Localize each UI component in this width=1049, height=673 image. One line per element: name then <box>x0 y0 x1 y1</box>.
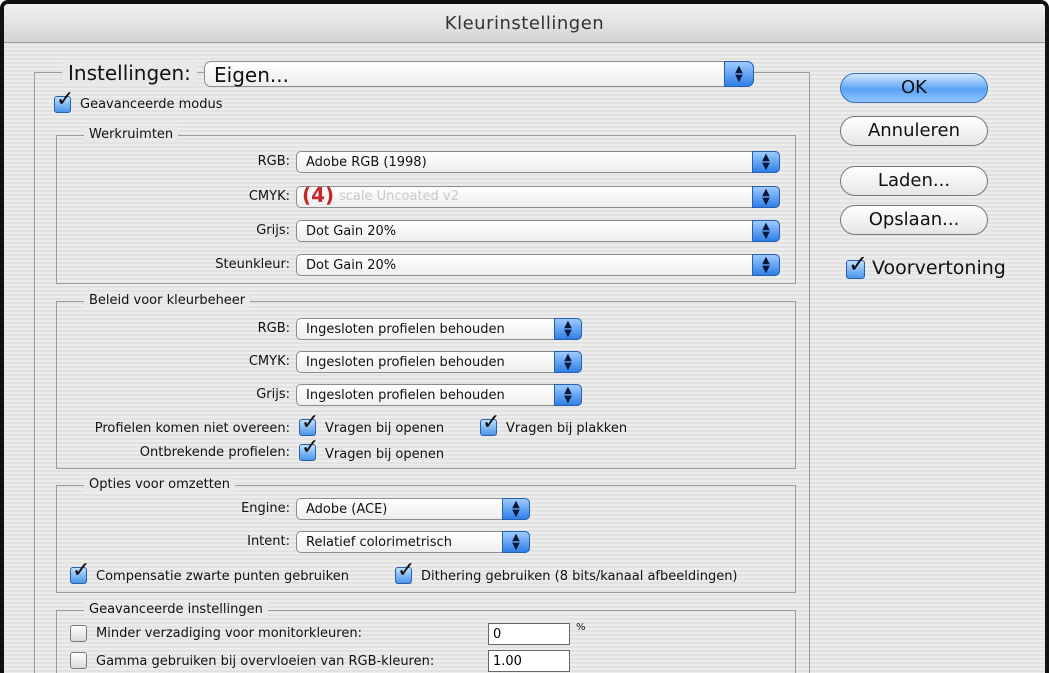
ws-rgb-popup[interactable]: Adobe RGB (1998) ▲ ▼ <box>296 151 780 173</box>
missing-ask-open-label: Vragen bij openen <box>325 447 445 462</box>
desaturate-unit: % <box>576 622 586 633</box>
advanced-legend: Geavanceerde instellingen <box>84 602 268 617</box>
ws-spot-value: Dot Gain 20% <box>306 258 397 273</box>
popup-arrows-icon: ▲ ▼ <box>724 61 754 87</box>
ws-spot-label: Steunkleur: <box>215 257 290 272</box>
mismatch-ask-open-label: Vragen bij openen <box>325 421 445 436</box>
callout-marker: (4) <box>302 183 335 207</box>
preview-label: Voorvertoning <box>872 257 1006 279</box>
checkmark-icon: ✓ <box>397 558 416 583</box>
mismatch-ask-open-checkbox[interactable]: ✓ <box>299 412 319 436</box>
ws-cmyk-ghost-text: scale Uncoated v2 <box>339 189 459 204</box>
popup-arrows-icon: ▲ ▼ <box>752 220 780 242</box>
ws-gray-label: Grijs: <box>256 223 290 238</box>
dither-checkbox[interactable]: ✓ <box>395 560 415 584</box>
checkmark-icon: ✓ <box>72 558 91 583</box>
black-point-checkbox[interactable]: ✓ <box>70 560 90 584</box>
missing-ask-open-checkbox[interactable]: ✓ <box>299 437 319 461</box>
intent-value: Relatief colorimetrisch <box>306 535 452 550</box>
advanced-mode-label: Geavanceerde modus <box>80 97 223 112</box>
policy-gray-popup[interactable]: Ingesloten profielen behouden ▲ ▼ <box>296 384 582 406</box>
window-title: Kleurinstellingen <box>444 13 605 34</box>
mismatch-ask-paste-checkbox[interactable]: ✓ <box>480 412 500 436</box>
policy-cmyk-label: CMYK: <box>248 354 290 369</box>
checkmark-icon: ✓ <box>301 410 320 435</box>
policy-gray-label: Grijs: <box>256 387 290 402</box>
ws-rgb-label: RGB: <box>257 154 290 169</box>
popup-arrows-icon: ▲ ▼ <box>502 531 530 553</box>
checkmark-icon: ✓ <box>482 410 501 435</box>
popup-arrows-icon: ▲ ▼ <box>752 254 780 276</box>
popup-arrows-icon: ▲ ▼ <box>752 186 780 208</box>
dither-label: Dithering gebruiken (8 bits/kanaal afbee… <box>421 569 738 584</box>
load-button[interactable]: Laden... <box>840 166 988 196</box>
intent-label: Intent: <box>247 534 290 549</box>
popup-arrows-icon: ▲ ▼ <box>752 151 780 173</box>
advanced-mode-checkbox[interactable]: ✓ <box>54 89 74 113</box>
desaturate-label: Minder verzadiging voor monitorkleuren: <box>96 626 362 641</box>
conversion-legend: Opties voor omzetten <box>84 477 236 492</box>
policy-cmyk-value: Ingesloten profielen behouden <box>306 355 505 370</box>
intent-popup[interactable]: Relatief colorimetrisch ▲ ▼ <box>296 531 530 553</box>
policy-rgb-value: Ingesloten profielen behouden <box>306 322 505 337</box>
policy-rgb-label: RGB: <box>257 321 290 336</box>
missing-label: Ontbrekende profielen: <box>139 445 290 460</box>
desaturate-input[interactable]: 0 <box>488 623 570 645</box>
settings-value: Eigen... <box>214 63 289 87</box>
checkmark-icon: ✓ <box>56 87 75 112</box>
title-bar: Kleurinstellingen <box>4 4 1045 43</box>
save-button[interactable]: Opslaan... <box>840 205 988 235</box>
popup-arrows-icon: ▲ ▼ <box>554 351 582 373</box>
cancel-button[interactable]: Annuleren <box>840 116 988 146</box>
color-settings-dialog: Kleurinstellingen Instellingen: Eigen...… <box>0 0 1049 673</box>
engine-popup[interactable]: Adobe (ACE) ▲ ▼ <box>296 498 530 520</box>
popup-arrows-icon: ▲ ▼ <box>554 318 582 340</box>
ws-gray-popup[interactable]: Dot Gain 20% ▲ ▼ <box>296 220 780 242</box>
policies-legend: Beleid voor kleurbeheer <box>84 293 251 308</box>
settings-label: Instellingen: <box>62 61 197 85</box>
engine-value: Adobe (ACE) <box>306 502 388 517</box>
policy-gray-value: Ingesloten profielen behouden <box>306 388 505 403</box>
checkmark-icon: ✓ <box>848 250 869 278</box>
settings-popup[interactable]: Eigen... ▲ ▼ <box>204 61 754 87</box>
desaturate-checkbox[interactable] <box>70 625 87 642</box>
popup-arrows-icon: ▲ ▼ <box>554 384 582 406</box>
black-point-label: Compensatie zwarte punten gebruiken <box>96 569 349 584</box>
gamma-label: Gamma gebruiken bij overvloeien van RGB-… <box>96 654 435 669</box>
preview-checkbox[interactable]: ✓ <box>846 252 868 279</box>
ws-spot-popup[interactable]: Dot Gain 20% ▲ ▼ <box>296 254 780 276</box>
gamma-checkbox[interactable] <box>70 652 87 669</box>
gamma-input[interactable]: 1.00 <box>488 650 570 672</box>
ws-cmyk-label: CMYK: <box>248 189 290 204</box>
workspaces-legend: Werkruimten <box>84 127 179 142</box>
checkmark-icon: ✓ <box>301 435 320 460</box>
popup-arrows-icon: ▲ ▼ <box>502 498 530 520</box>
policy-cmyk-popup[interactable]: Ingesloten profielen behouden ▲ ▼ <box>296 351 582 373</box>
ws-gray-value: Dot Gain 20% <box>306 224 397 239</box>
policy-rgb-popup[interactable]: Ingesloten profielen behouden ▲ ▼ <box>296 318 582 340</box>
ok-button[interactable]: OK <box>840 73 988 103</box>
mismatch-ask-paste-label: Vragen bij plakken <box>506 421 628 436</box>
engine-label: Engine: <box>241 501 290 516</box>
ws-rgb-value: Adobe RGB (1998) <box>306 155 427 170</box>
mismatch-label: Profielen komen niet overeen: <box>94 421 290 436</box>
